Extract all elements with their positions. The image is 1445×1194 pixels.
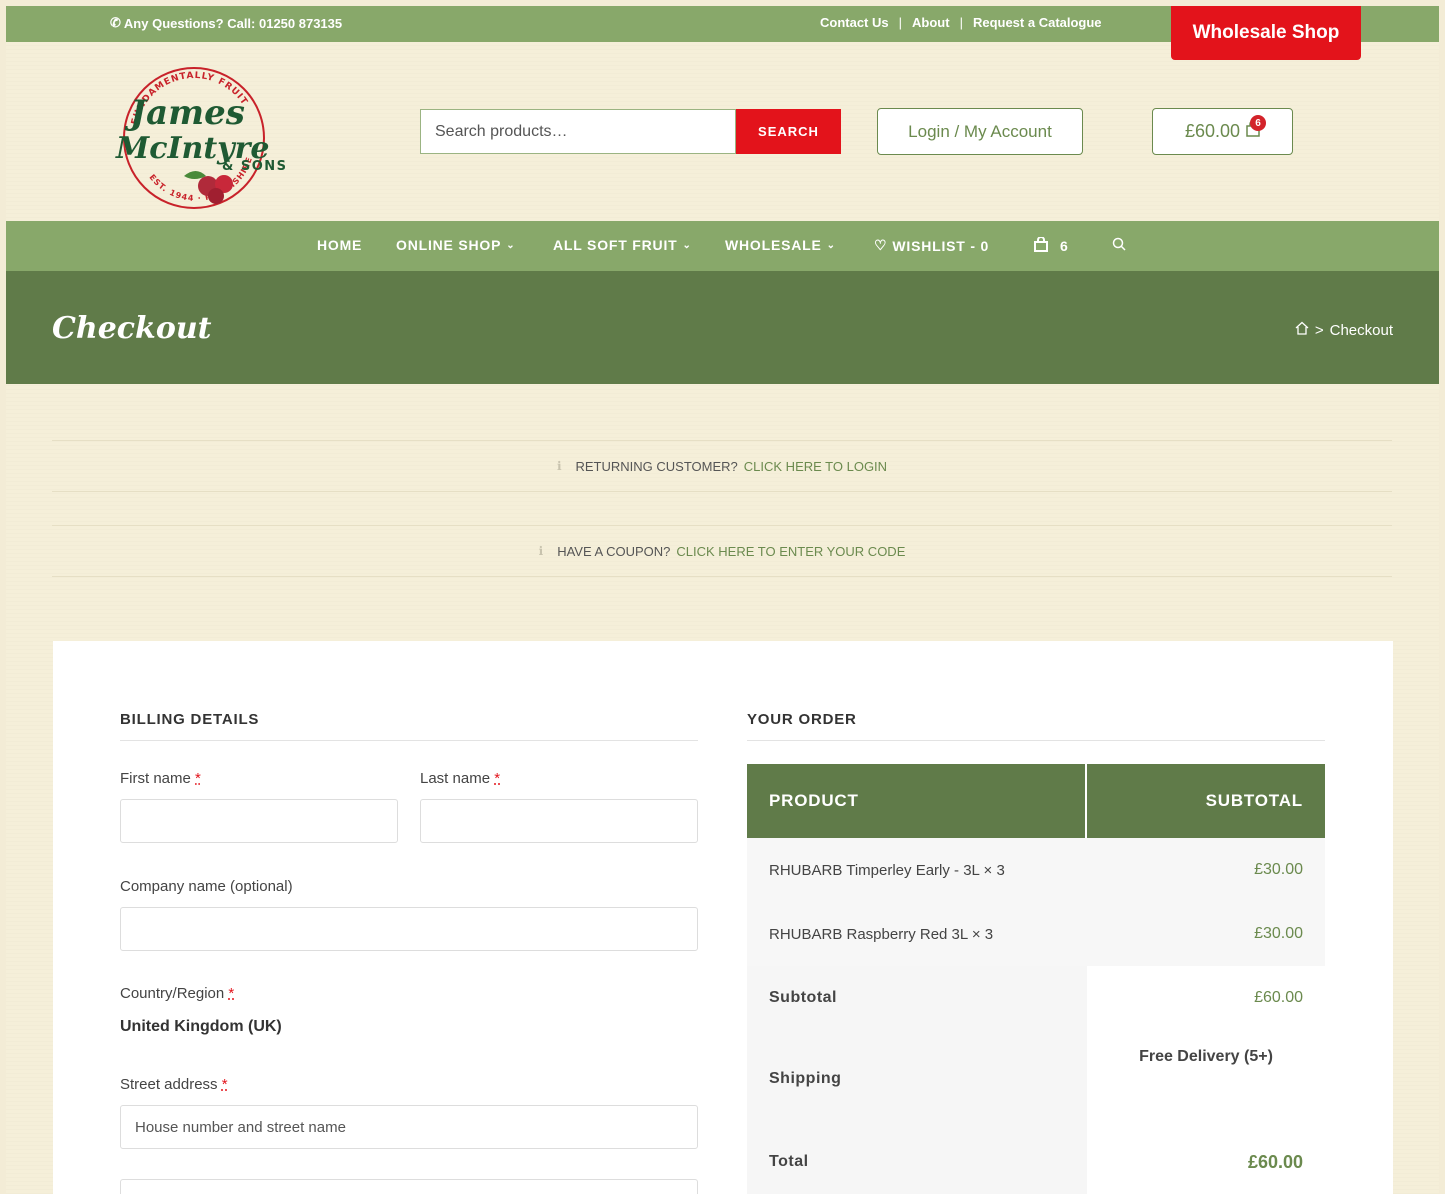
street-address-field[interactable] (120, 1105, 698, 1149)
shipping-row: Shipping Free Delivery (5+) (747, 1030, 1325, 1128)
subtotal-row: Subtotal £60.00 (747, 966, 1325, 1030)
divider: | (959, 15, 963, 30)
subtotal-value: £60.00 (1254, 989, 1303, 1006)
search-button[interactable]: SEARCH (736, 109, 841, 154)
product-column-header: PRODUCT (747, 764, 1087, 838)
breadcrumb: > Checkout (1295, 321, 1393, 339)
breadcrumb-separator: > (1314, 321, 1324, 339)
subtotal-column-header: SUBTOTAL (1087, 764, 1325, 838)
total-row: Total £60.00 (747, 1128, 1325, 1194)
last-name-label: Last name * (420, 770, 501, 787)
total-value: £60.00 (1247, 1151, 1303, 1172)
divider: | (898, 15, 903, 30)
nav-all-soft-fruit[interactable]: ALL SOFT FRUIT ⌄ (553, 237, 692, 253)
logo-line1: James (124, 93, 245, 133)
street-label: Street address * (120, 1076, 228, 1093)
chevron-down-icon: ⌄ (826, 239, 836, 251)
shipping-label: Shipping (747, 1030, 1087, 1128)
product-price: £30.00 (1254, 861, 1303, 878)
coupon-notice: ℹ HAVE A COUPON? CLICK HERE TO ENTER YOU… (52, 525, 1392, 577)
contact-us-link[interactable]: Contact Us (820, 15, 889, 30)
phone-icon: ✆ (110, 15, 121, 30)
returning-customer-notice: ℹ RETURNING CUSTOMER? CLICK HERE TO LOGI… (52, 440, 1392, 492)
about-link[interactable]: About (912, 15, 950, 30)
product-name: RHUBARB Timperley Early - 3L × 3 (769, 861, 1005, 879)
total-label: Total (747, 1128, 1087, 1194)
chevron-down-icon: ⌄ (682, 239, 692, 251)
order-table-header: PRODUCT SUBTOTAL (747, 764, 1325, 838)
product-name: RHUBARB Raspberry Red 3L × 3 (769, 925, 994, 943)
billing-heading: BILLING DETAILS (120, 711, 698, 741)
table-row: RHUBARB Raspberry Red 3L × 3 £30.00 (747, 902, 1325, 966)
cart-total: £60.00 (1184, 121, 1241, 141)
chevron-down-icon: ⌄ (506, 239, 516, 251)
page-title-banner: Checkout > Checkout (6, 271, 1439, 384)
subtotal-label: Subtotal (747, 966, 1087, 1030)
wholesale-shop-button[interactable]: Wholesale Shop (1171, 6, 1361, 60)
phone-contact[interactable]: ✆ Any Questions? Call: 01250 873135 (110, 15, 342, 31)
logo-sons: & SONS (222, 159, 288, 174)
first-name-label: First name * (120, 770, 201, 787)
top-links: Contact Us | About | Request a Catalogue (820, 15, 1102, 30)
checkout-form: BILLING DETAILS First name * Last name *… (53, 641, 1393, 1194)
login-account-button[interactable]: Login / My Account (877, 108, 1083, 155)
logo[interactable]: FUNDAMENTALLY FRUIT EST. 1944 · PERTHSHI… (106, 58, 296, 218)
cart-count-badge: 6 (1250, 115, 1266, 131)
breadcrumb-current: Checkout (1329, 321, 1393, 339)
search-input[interactable] (420, 109, 736, 154)
request-catalogue-link[interactable]: Request a Catalogue (973, 15, 1102, 30)
bag-icon (1034, 236, 1048, 255)
last-name-field[interactable] (420, 799, 698, 843)
login-link[interactable]: CLICK HERE TO LOGIN (744, 459, 887, 474)
nav-home[interactable]: HOME (317, 237, 362, 253)
nav-cart[interactable]: 6 (1034, 236, 1069, 255)
info-icon: ℹ (556, 459, 562, 473)
phone-text: Any Questions? Call: 01250 873135 (123, 15, 343, 31)
product-price: £30.00 (1254, 925, 1303, 942)
street-address-2-field[interactable] (120, 1179, 698, 1194)
coupon-link[interactable]: CLICK HERE TO ENTER YOUR CODE (676, 544, 905, 559)
order-heading: YOUR ORDER (747, 711, 1325, 741)
company-label: Company name (optional) (120, 878, 293, 895)
nav-search-icon[interactable] (1112, 237, 1126, 251)
table-row: RHUBARB Timperley Early - 3L × 3 £30.00 (747, 838, 1325, 902)
heart-icon: ♡ (874, 237, 888, 253)
first-name-field[interactable] (120, 799, 398, 843)
search-form: SEARCH (420, 109, 841, 154)
country-label: Country/Region * (120, 985, 235, 1002)
info-icon: ℹ (538, 544, 544, 558)
nav-wishlist[interactable]: ♡ WISHLIST - 0 (874, 237, 989, 254)
page: ✆ Any Questions? Call: 01250 873135 Cont… (6, 6, 1439, 1194)
company-field[interactable] (120, 907, 698, 951)
nav-wholesale[interactable]: WHOLESALE ⌄ (725, 237, 836, 253)
shipping-value: Free Delivery (5+) (1139, 1048, 1273, 1065)
top-bar: ✆ Any Questions? Call: 01250 873135 Cont… (6, 6, 1439, 60)
cart-button[interactable]: £60.00 6 (1152, 108, 1293, 155)
page-title: Checkout (52, 311, 212, 346)
home-icon[interactable] (1295, 321, 1309, 339)
order-table: PRODUCT SUBTOTAL RHUBARB Timperley Early… (747, 764, 1325, 1194)
nav-online-shop[interactable]: ONLINE SHOP ⌄ (396, 237, 515, 253)
main-nav: HOME ONLINE SHOP ⌄ ALL SOFT FRUIT ⌄ WHOLES… (6, 221, 1439, 271)
country-value: United Kingdom (UK) (120, 1018, 282, 1035)
